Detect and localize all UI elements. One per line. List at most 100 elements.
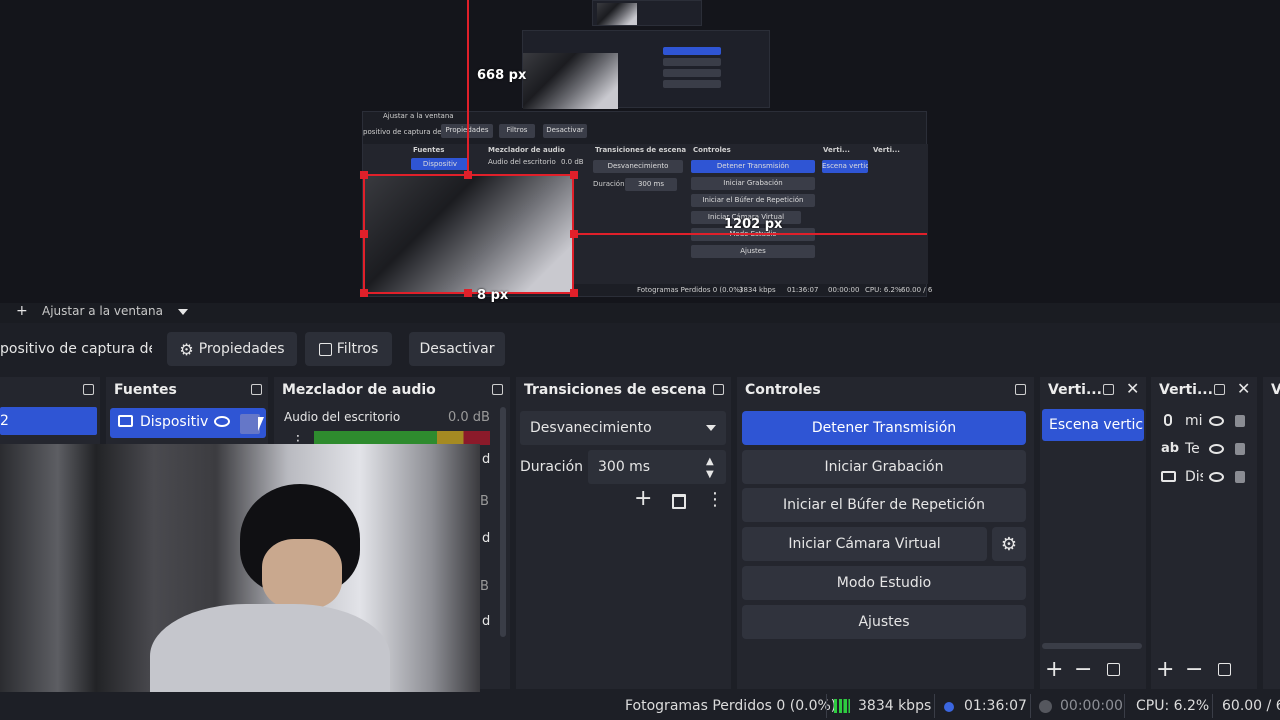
duration-spinbox[interactable]: 300 ms ▲ ▼ [588, 450, 726, 484]
measure-label-right: 1202 px [724, 217, 783, 232]
vertical-scene-item[interactable]: Escena vertical [1042, 409, 1144, 441]
start-virtual-camera-button[interactable]: Iniciar Cámara Virtual [742, 527, 987, 561]
properties-button[interactable]: ⚙ Propiedades [167, 332, 297, 366]
dock-float-icon[interactable] [1103, 384, 1114, 395]
vertical-source-item[interactable]: mi [1151, 412, 1257, 436]
resize-handle-tc[interactable] [464, 171, 472, 179]
add-icon[interactable]: + [16, 303, 28, 319]
lock-icon[interactable] [1235, 471, 1245, 483]
signal-bars-icon [834, 699, 850, 713]
dock-float-icon[interactable] [83, 384, 94, 395]
chevron-down-icon[interactable] [178, 309, 188, 315]
add-icon[interactable]: + [1156, 657, 1174, 682]
visibility-eye-icon[interactable] [1209, 444, 1224, 454]
camera-icon [118, 415, 133, 427]
add-icon[interactable]: + [1045, 657, 1063, 682]
lock-icon[interactable] [1235, 443, 1245, 455]
stop-streaming-button[interactable]: Detener Transmisión [742, 411, 1026, 445]
resize-handle-mr[interactable] [570, 230, 578, 238]
settings-button[interactable]: Ajustes [742, 605, 1026, 639]
start-recording-button[interactable]: Iniciar Grabación [742, 450, 1026, 484]
recording-time: 00:00:00 [1060, 698, 1123, 714]
sources-dock-title: Fuentes [114, 382, 177, 398]
selected-source-preview[interactable] [363, 174, 574, 294]
studio-mode-button[interactable]: Modo Estudio [742, 566, 1026, 600]
frames-dropped: Fotogramas Perdidos 0 (0.0%) [625, 698, 837, 714]
camera-icon [1161, 471, 1176, 482]
horizontal-scrollbar[interactable] [1042, 643, 1142, 649]
chevron-down-icon [706, 425, 716, 431]
gear-icon: ⚙ [1000, 533, 1018, 555]
mixer-channel-name: Audio del escritorio [284, 410, 401, 424]
resize-handle-ml[interactable] [360, 230, 368, 238]
resize-handle-bc[interactable] [464, 289, 472, 297]
trash-icon[interactable] [672, 494, 686, 509]
close-icon[interactable]: ✕ [1237, 380, 1250, 398]
vertical-source-item[interactable]: ab Te [1151, 440, 1257, 464]
resize-handle-tl[interactable] [360, 171, 368, 179]
mixer-partial-text: B [480, 579, 489, 594]
zoom-mode-label[interactable]: Ajustar a la ventana [42, 304, 163, 318]
dock-float-icon[interactable] [1214, 384, 1225, 395]
filters-button[interactable]: Filtros [305, 332, 392, 366]
mixer-partial-text: B [480, 494, 489, 509]
source-item-selected[interactable]: Dispositiv [110, 408, 266, 438]
nested-preview-small [592, 0, 702, 26]
mixer-scrollbar[interactable] [500, 407, 506, 637]
mixer-partial-text: d [482, 531, 491, 546]
scene-item-selected[interactable]: 2 [0, 407, 97, 435]
audio-mixer-title: Mezclador de audio [282, 382, 436, 398]
volume-meter [314, 431, 490, 445]
vertical-source-item[interactable]: Dis [1151, 468, 1257, 492]
resize-handle-br[interactable] [570, 289, 578, 297]
lock-icon[interactable] [1235, 415, 1245, 427]
virtual-camera-settings-button[interactable]: ⚙ [992, 527, 1026, 561]
duration-label: Duración [520, 459, 584, 475]
close-icon[interactable]: ✕ [1126, 380, 1139, 398]
preview-canvas[interactable]: 668 px Ajustar a la ventana positivo de … [0, 0, 1280, 303]
dock-float-icon[interactable] [713, 384, 724, 395]
dock-float-icon[interactable] [251, 384, 262, 395]
guide-vertical [467, 0, 469, 174]
dock-float-icon[interactable] [492, 384, 503, 395]
minus-icon[interactable]: − [1185, 657, 1203, 682]
dock-float-icon[interactable] [1015, 384, 1026, 395]
bitrate: 3834 kbps [858, 698, 932, 714]
fps-readout: 60.00 / 6 [1222, 698, 1280, 714]
extra-dock: V [1263, 377, 1280, 689]
transition-select[interactable]: Desvanecimiento [520, 411, 726, 445]
add-icon[interactable]: + [634, 487, 652, 511]
mixer-channel-db: 0.0 dB [448, 410, 490, 425]
measure-label-bottom: 8 px [477, 288, 509, 303]
chevron-up-icon[interactable]: ▲ [706, 456, 714, 467]
start-replay-buffer-button[interactable]: Iniciar el Búfer de Repetición [742, 488, 1026, 522]
mixer-partial-text: d [482, 614, 491, 629]
stream-time: 01:36:07 [964, 698, 1027, 714]
source-toolbar: positivo de captura de v ⚙ Propiedades F… [0, 323, 1280, 375]
text-icon: ab [1161, 441, 1180, 456]
visibility-eye-icon[interactable] [214, 416, 230, 427]
gear-icon: ⚙ [179, 339, 194, 359]
cpu-usage: CPU: 6.2% [1136, 698, 1210, 714]
lock-icon[interactable] [240, 414, 260, 434]
controls-title: Controles [745, 382, 821, 398]
selected-source-name: positivo de captura de v [0, 341, 152, 357]
resize-handle-tr[interactable] [570, 171, 578, 179]
deactivate-button[interactable]: Desactivar [409, 332, 505, 366]
preview-zoom-bar: + Ajustar a la ventana [0, 303, 1280, 323]
visibility-eye-icon[interactable] [1209, 416, 1224, 426]
webcam-overlay [0, 444, 480, 720]
microphone-icon [1164, 414, 1172, 426]
minus-icon[interactable]: − [1074, 657, 1092, 682]
resize-handle-bl[interactable] [360, 289, 368, 297]
scene-transitions-dock: Transiciones de escena Desvanecimiento D… [516, 377, 731, 689]
visibility-eye-icon[interactable] [1209, 472, 1224, 482]
vertical-sources-dock: Verti... ✕ mi ab Te Dis + − [1151, 377, 1257, 689]
filter-icon[interactable] [1218, 663, 1231, 676]
guide-horizontal [574, 233, 927, 235]
kebab-menu-icon[interactable]: ⋮ [706, 489, 724, 510]
measure-label-top: 668 px [477, 68, 527, 83]
status-bar: Fotogramas Perdidos 0 (0.0%) 3834 kbps 0… [0, 692, 1280, 720]
chevron-down-icon[interactable]: ▼ [706, 469, 714, 480]
filter-icon[interactable] [1107, 663, 1120, 676]
